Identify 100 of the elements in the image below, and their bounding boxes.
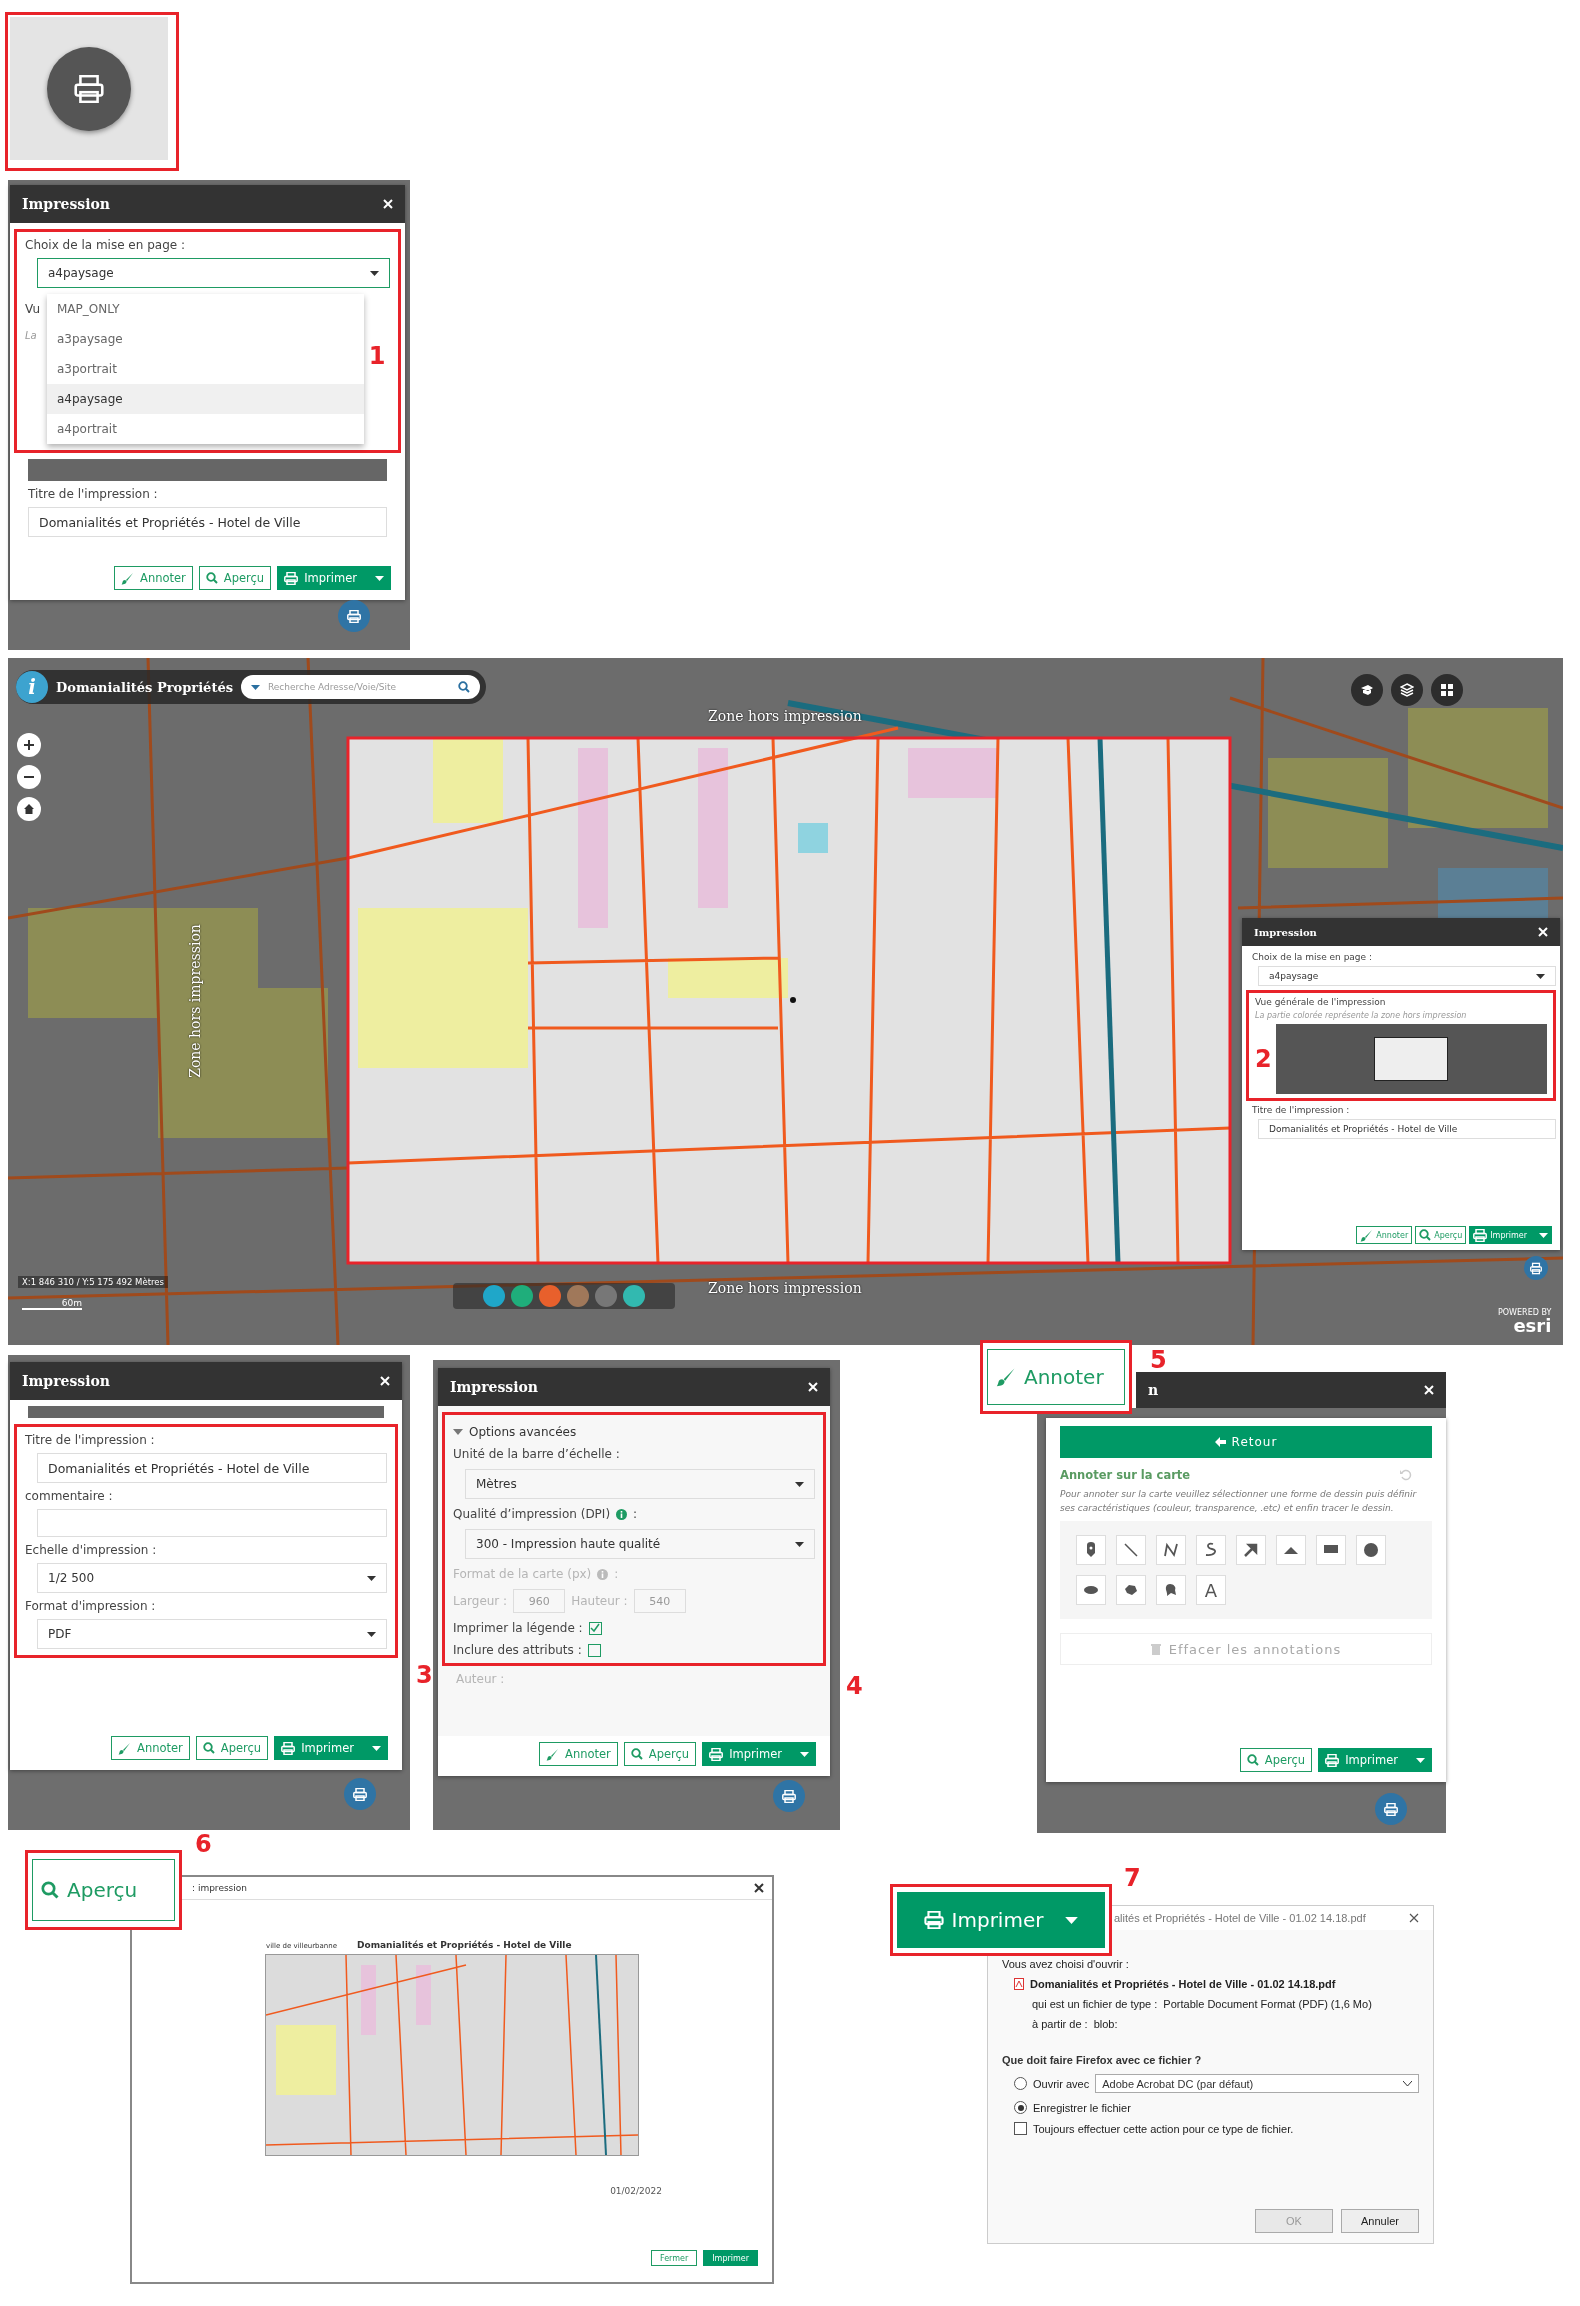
print-fab-button[interactable]	[344, 1778, 376, 1810]
preview-button[interactable]: Aperçu	[32, 1859, 175, 1921]
panel-title: Impression	[450, 1379, 539, 1395]
width-field[interactable]: 960	[513, 1589, 566, 1613]
title-field[interactable]: Domanialités et Propriétés - Hotel de Ville	[37, 1453, 387, 1483]
dropdown-option[interactable]: MAP_ONLY	[47, 294, 364, 324]
marker-tool-button[interactable]	[1076, 1535, 1106, 1565]
caret-icon	[795, 1541, 804, 1547]
polygon-tool-button[interactable]	[1116, 1575, 1146, 1605]
preview-button[interactable]: Aperçu	[198, 566, 272, 590]
checkbox[interactable]	[1014, 2122, 1027, 2135]
dialog-question: Que doit faire Firefox avec ce fichier ?	[1002, 2054, 1203, 2066]
unit-select[interactable]: Mètres	[465, 1469, 815, 1499]
dropdown-option[interactable]: a3portrait	[47, 354, 364, 384]
printer-icon	[923, 1911, 944, 1929]
field-label: Format de la carte (px)	[453, 1567, 592, 1581]
preview-button[interactable]: Aperçu	[1415, 1226, 1467, 1244]
checkbox-label[interactable]: Toujours effectuer cette action pour ce type de fichier.	[1033, 2122, 1294, 2135]
height-field[interactable]: 540	[633, 1589, 686, 1613]
chevron-icon	[1403, 2081, 1412, 2086]
close-button[interactable]: Fermer	[651, 2250, 698, 2266]
caret-icon	[453, 1428, 463, 1436]
circle-tool-button[interactable]	[1356, 1535, 1386, 1565]
freehand-tool-button[interactable]	[1196, 1535, 1226, 1565]
dialog-text: à partir de :	[1032, 2018, 1088, 2030]
panel-title: n	[1148, 1382, 1159, 1398]
instructions-text: Pour annoter sur la carte veuillez sélectionner une forme de dessin puis définir ses caractéristiques (couleur, transparence, .etc) et enfin tracer le dessin.	[1060, 1488, 1418, 1515]
layout-select[interactable]: a4paysage	[1258, 966, 1556, 986]
print-button[interactable]: Imprimer	[703, 2250, 758, 2266]
print-fab-button[interactable]	[47, 46, 131, 131]
attributes-checkbox[interactable]	[587, 1643, 601, 1657]
layout-select[interactable]: a4paysage	[37, 258, 390, 288]
text-tool-button[interactable]: A	[1196, 1575, 1226, 1605]
print-button[interactable]: Imprimer	[702, 1742, 816, 1766]
triangle-tool-button[interactable]	[1276, 1535, 1306, 1565]
annotate-button[interactable]: Annoter	[114, 566, 193, 590]
print-button[interactable]: Imprimer	[897, 1892, 1105, 1948]
polyline-tool-button[interactable]	[1156, 1535, 1186, 1565]
annotate-button[interactable]: Annoter	[1356, 1226, 1413, 1244]
field-label: commentaire :	[25, 1489, 114, 1503]
annotate-button[interactable]: Annoter	[987, 1349, 1125, 1405]
printer-icon	[74, 74, 104, 103]
preview-button[interactable]: Aperçu	[623, 1742, 697, 1766]
blob-icon	[1163, 1582, 1179, 1598]
close-icon[interactable]	[754, 1883, 764, 1893]
caret-icon	[367, 1631, 376, 1637]
caret-icon	[1416, 1757, 1425, 1763]
line-tool-button[interactable]	[1116, 1535, 1146, 1565]
print-button[interactable]: Imprimer	[277, 566, 391, 590]
printer-icon	[709, 1747, 724, 1761]
field-label: Titre de l'impression :	[25, 1433, 156, 1447]
format-select[interactable]: PDF	[37, 1619, 387, 1649]
preview-button[interactable]: Aperçu	[1239, 1748, 1313, 1772]
field-label: Inclure des attributs :	[453, 1643, 582, 1657]
caret-icon	[370, 270, 379, 276]
brush-icon	[996, 1367, 1016, 1387]
ellipse-tool-button[interactable]	[1076, 1575, 1106, 1605]
zone-label: Zone hors impression	[708, 708, 862, 724]
print-fab-button[interactable]	[773, 1780, 805, 1812]
print-fab-button[interactable]	[338, 600, 370, 632]
arrow-left-icon	[1214, 1437, 1226, 1447]
radio-label[interactable]: Enregistrer le fichier	[1033, 2101, 1131, 2114]
info-button[interactable]: i	[16, 671, 48, 703]
search-field[interactable]: Recherche Adresse/Voie/Site	[241, 675, 480, 699]
title-field[interactable]: Domanialités et Propriétés - Hotel de Ville	[28, 507, 387, 537]
cancel-button[interactable]: Annuler	[1341, 2209, 1419, 2233]
annotate-button[interactable]: Annoter	[539, 1742, 618, 1766]
annotate-button[interactable]: Annoter	[111, 1736, 190, 1760]
caret-icon	[375, 575, 384, 581]
title-field[interactable]: Domanialités et Propriétés - Hotel de Ville	[1258, 1119, 1556, 1139]
print-fab-button[interactable]	[1375, 1793, 1407, 1825]
dropdown-option[interactable]: a4paysage	[47, 384, 364, 414]
zone-label: Zone hors impression	[186, 924, 203, 1078]
field-label: :	[633, 1507, 638, 1521]
comment-field[interactable]	[37, 1509, 387, 1537]
dropdown-option[interactable]: a4portrait	[47, 414, 364, 444]
application-select[interactable]: Adobe Acrobat DC (par défaut)	[1095, 2074, 1419, 2093]
radio-label[interactable]: Ouvrir avec	[1033, 2077, 1090, 2090]
field-label: Auteur :	[456, 1672, 506, 1686]
back-button[interactable]: Retour	[1060, 1426, 1432, 1458]
radio-button[interactable]	[1014, 2077, 1027, 2090]
caret-icon	[372, 1745, 381, 1751]
circle-icon	[1363, 1542, 1379, 1558]
callout-number: 3	[416, 1663, 433, 1687]
rectangle-tool-button[interactable]	[1316, 1535, 1346, 1565]
scale-select[interactable]: 1/2 500	[37, 1563, 387, 1593]
print-button[interactable]: Imprimer	[1318, 1748, 1432, 1772]
section-toggle[interactable]: Options avancées	[453, 1425, 815, 1439]
print-button[interactable]: Imprimer	[274, 1736, 388, 1760]
info-icon[interactable]	[616, 1508, 628, 1520]
dropdown-option[interactable]: a3paysage	[47, 324, 364, 354]
radio-button[interactable]	[1014, 2101, 1027, 2114]
print-button[interactable]: Imprimer	[1469, 1226, 1552, 1244]
preview-button[interactable]: Aperçu	[195, 1736, 269, 1760]
field-label: Titre de l'impression :	[28, 487, 159, 501]
dpi-select[interactable]: 300 - Impression haute qualité	[465, 1529, 815, 1559]
arrow-tool-button[interactable]	[1236, 1535, 1266, 1565]
freehand-polygon-tool-button[interactable]	[1156, 1575, 1186, 1605]
close-icon[interactable]	[1409, 1913, 1419, 1923]
legend-checkbox[interactable]	[588, 1621, 602, 1635]
